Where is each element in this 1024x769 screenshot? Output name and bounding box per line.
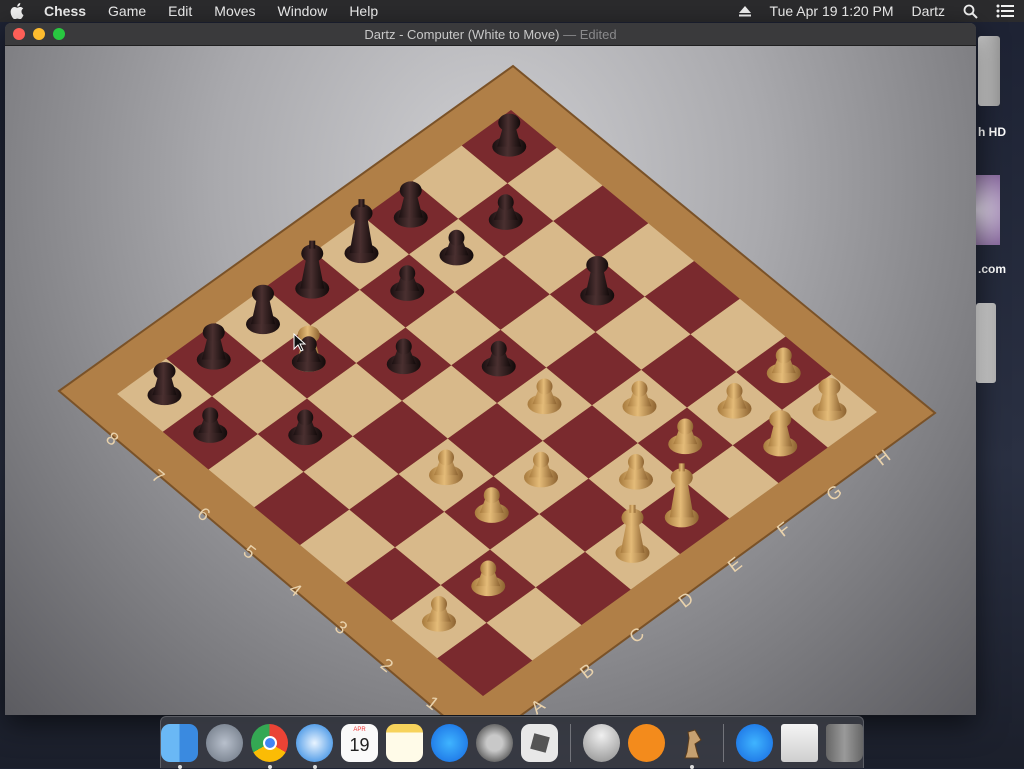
window-title-text: Dartz - Computer (White to Move) <box>364 26 560 42</box>
automator-icon[interactable] <box>583 723 620 762</box>
menu-game[interactable]: Game <box>108 3 146 19</box>
launchpad-icon[interactable] <box>206 723 244 762</box>
close-button[interactable] <box>13 28 25 40</box>
trash-icon[interactable] <box>825 723 863 762</box>
file-label: F <box>773 518 794 541</box>
board-squares[interactable] <box>117 110 877 696</box>
chrome-icon[interactable] <box>251 723 289 769</box>
eject-icon[interactable] <box>738 5 752 17</box>
menu-window[interactable]: Window <box>278 3 328 19</box>
spotlight-search-icon[interactable] <box>963 4 978 19</box>
apple-icon[interactable] <box>10 3 24 19</box>
menubar-clock[interactable]: Tue Apr 19 1:20 PM <box>770 3 894 19</box>
zoom-button[interactable] <box>53 28 65 40</box>
drive-icon[interactable] <box>976 303 1024 383</box>
chess-window: Dartz - Computer (White to Move) — Edite… <box>5 23 976 715</box>
notification-center-icon[interactable] <box>996 4 1014 18</box>
calendar-month: APR <box>353 726 366 733</box>
menubar-user[interactable]: Dartz <box>912 3 945 19</box>
chess-board-3d[interactable]: ABCDEFGH12345678 <box>5 46 976 715</box>
website-label: .com <box>978 262 1007 276</box>
chess-scene: ABCDEFGH12345678 <box>5 46 976 715</box>
app-store-icon[interactable] <box>431 723 469 762</box>
menu-help[interactable]: Help <box>349 3 378 19</box>
menu-edit[interactable]: Edit <box>168 3 192 19</box>
dock: APR 19 <box>160 716 864 769</box>
app-store-icon[interactable] <box>735 723 773 762</box>
safari-icon[interactable] <box>296 723 334 769</box>
roblox-icon[interactable] <box>521 723 559 762</box>
menu-chess[interactable]: Chess <box>44 3 86 19</box>
books-icon[interactable] <box>628 723 665 762</box>
minimize-button[interactable] <box>33 28 45 40</box>
dock-separator <box>723 723 724 762</box>
system-preferences-icon[interactable] <box>476 723 514 762</box>
chess-icon[interactable] <box>673 724 711 769</box>
file-icon[interactable] <box>780 723 818 762</box>
window-controls <box>13 28 65 40</box>
edited-indicator: — Edited <box>563 26 617 42</box>
hard-drive-label: h HD <box>978 125 1006 139</box>
app-icon[interactable] <box>976 175 1024 245</box>
calendar-icon[interactable]: APR 19 <box>341 723 379 762</box>
notes-icon[interactable] <box>386 723 424 762</box>
finder-icon[interactable] <box>161 723 199 769</box>
dock-separator <box>570 723 571 762</box>
calendar-day: 19 <box>349 734 370 755</box>
hard-drive-icon[interactable] <box>976 36 1024 106</box>
window-titlebar[interactable]: Dartz - Computer (White to Move) — Edite… <box>5 23 976 46</box>
window-title: Dartz - Computer (White to Move) — Edite… <box>5 27 976 42</box>
menu-moves[interactable]: Moves <box>214 3 255 19</box>
menu-bar: Chess Game Edit Moves Window Help Tue Ap… <box>0 0 1024 22</box>
